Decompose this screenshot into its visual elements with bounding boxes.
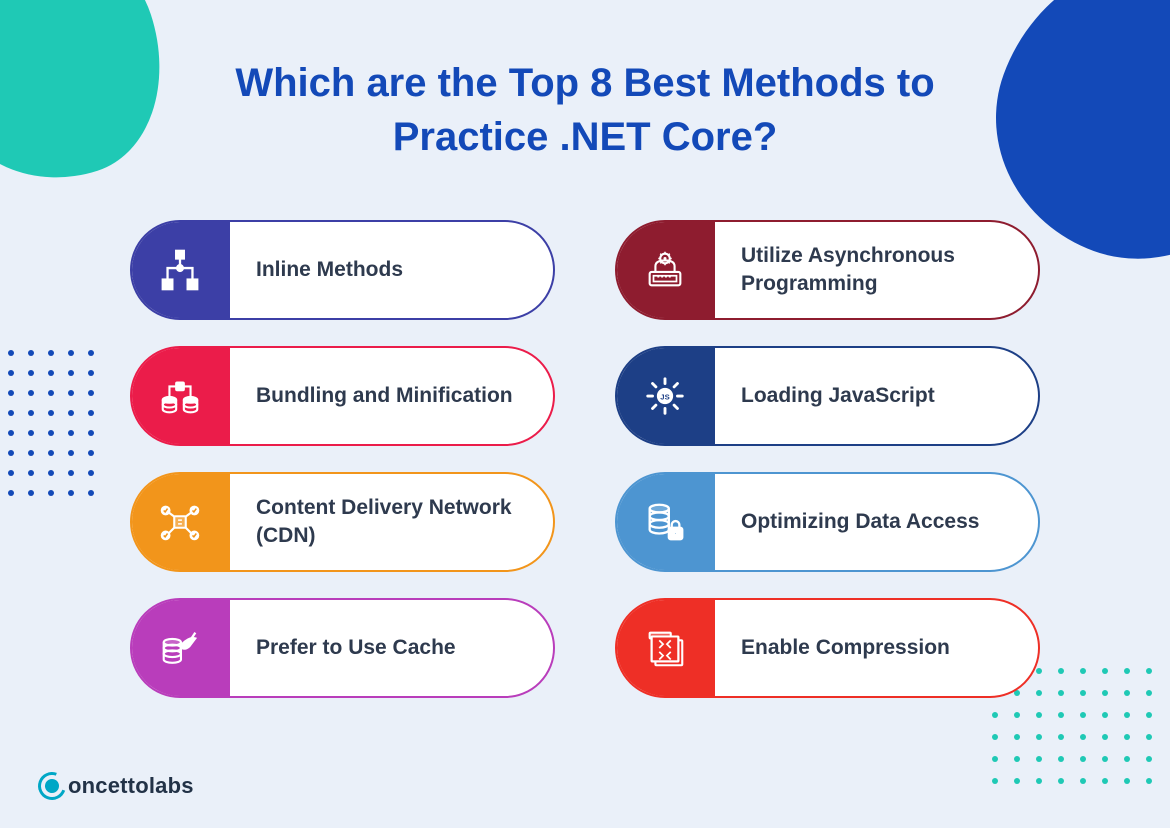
method-card: Inline Methods: [130, 220, 555, 320]
decoration-dots-left: [8, 350, 98, 500]
logo-c-icon: [33, 767, 70, 804]
method-label: Prefer to Use Cache: [230, 634, 486, 662]
method-card: JS Loading JavaScript: [615, 346, 1040, 446]
page-title: Which are the Top 8 Best Methods to Prac…: [0, 56, 1170, 164]
database-lock-icon: [615, 472, 715, 572]
brand-text: oncettolabs: [68, 773, 194, 799]
compress-files-icon: [615, 598, 715, 698]
brand-logo: oncettolabs: [38, 772, 194, 800]
js-loading-icon: JS: [615, 346, 715, 446]
method-card: Enable Compression: [615, 598, 1040, 698]
method-card: Content Delivery Network (CDN): [130, 472, 555, 572]
typewriter-gear-icon: [615, 220, 715, 320]
cdn-network-icon: [130, 472, 230, 572]
method-card: Prefer to Use Cache: [130, 598, 555, 698]
method-label: Loading JavaScript: [715, 382, 965, 410]
svg-text:JS: JS: [660, 392, 669, 401]
method-label: Optimizing Data Access: [715, 508, 1009, 536]
method-label: Inline Methods: [230, 256, 433, 284]
cache-hand-icon: [130, 598, 230, 698]
method-card: Bundling and Minification: [130, 346, 555, 446]
methods-grid: Inline Methods Utilize Asynchronous Prog…: [130, 220, 1040, 698]
method-label: Utilize Asynchronous Programming: [715, 242, 1038, 299]
method-card: Optimizing Data Access: [615, 472, 1040, 572]
nodes-icon: [130, 220, 230, 320]
databases-link-icon: [130, 346, 230, 446]
method-card: Utilize Asynchronous Programming: [615, 220, 1040, 320]
method-label: Enable Compression: [715, 634, 980, 662]
method-label: Content Delivery Network (CDN): [230, 494, 553, 551]
method-label: Bundling and Minification: [230, 382, 543, 410]
